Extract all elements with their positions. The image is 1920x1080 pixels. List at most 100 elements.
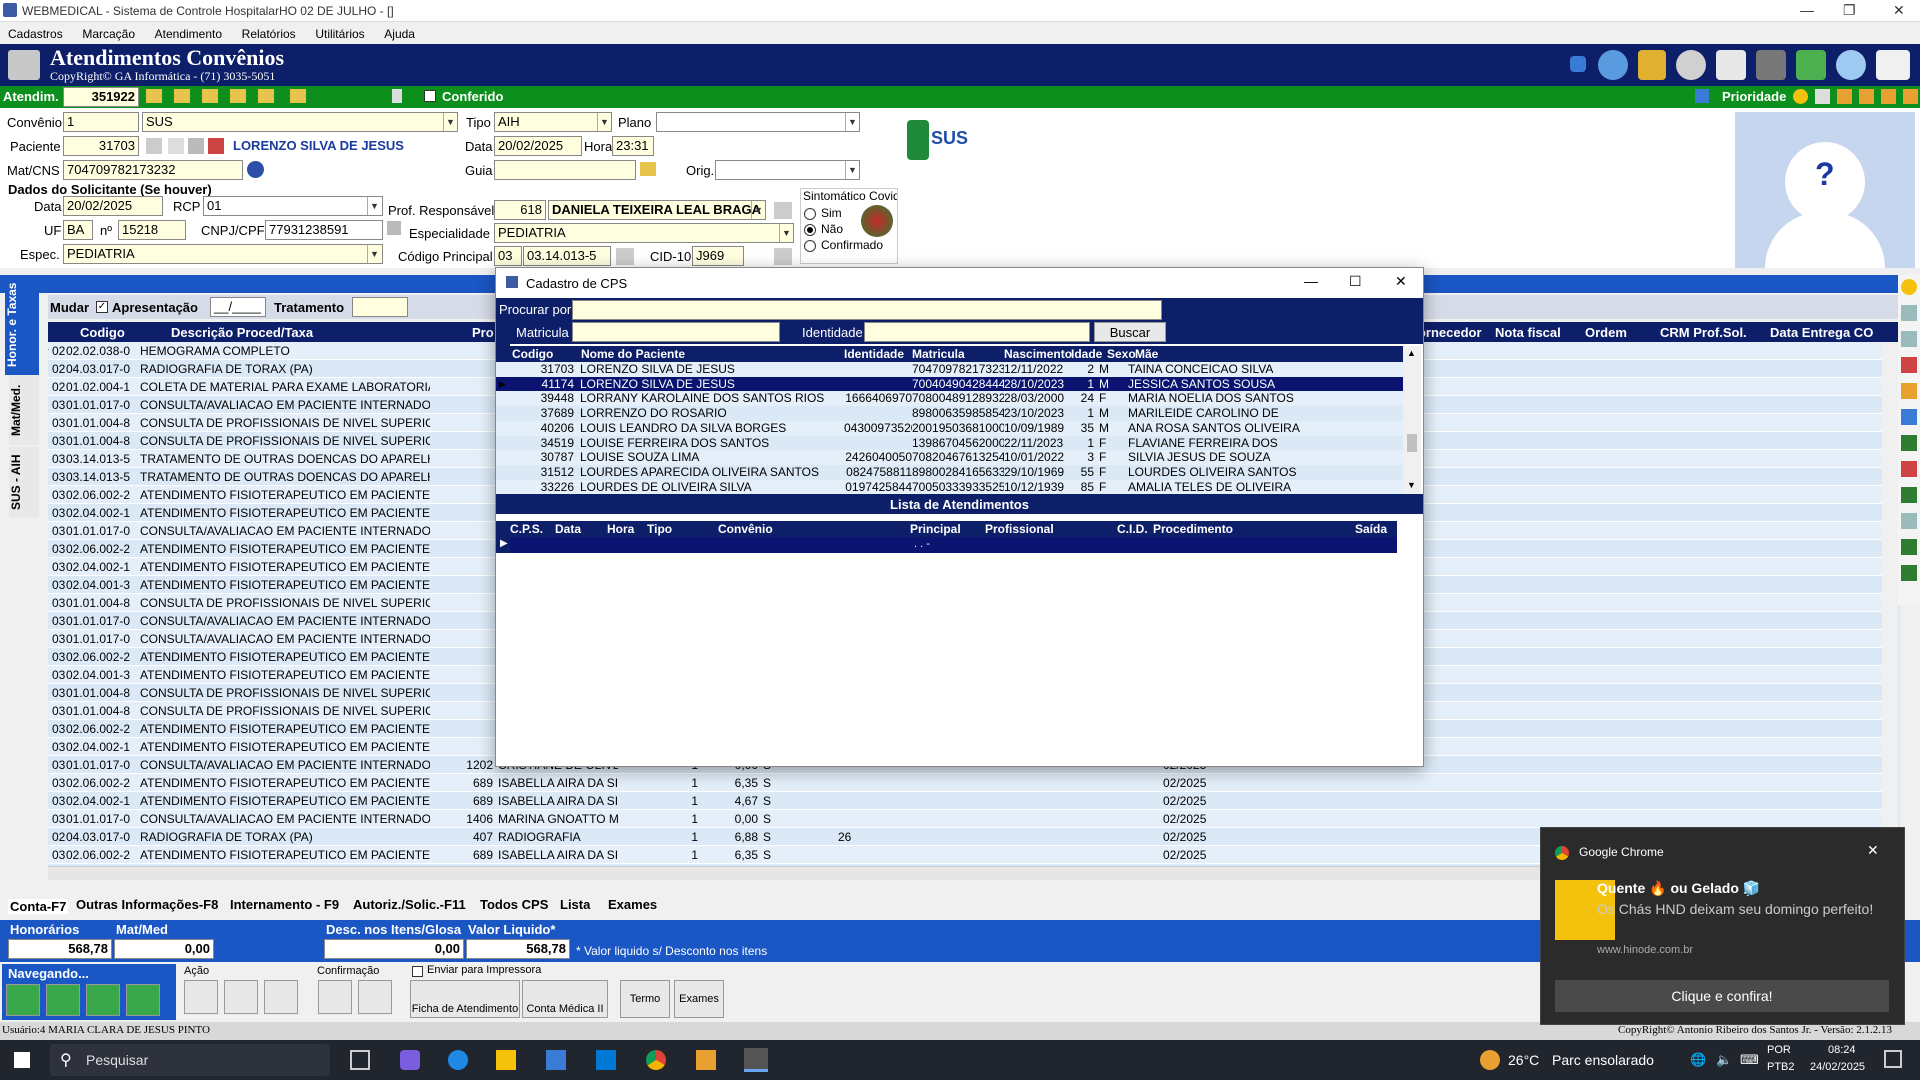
menu-cadastros[interactable]: Cadastros bbox=[8, 27, 63, 41]
app-taskbar-icon[interactable] bbox=[696, 1050, 716, 1070]
sint-conf-radio[interactable] bbox=[804, 240, 816, 252]
lista-col-convenio[interactable]: Convênio bbox=[718, 522, 773, 536]
tab-internamento[interactable]: Internamento - F9 bbox=[230, 897, 339, 912]
search-icon[interactable] bbox=[146, 138, 162, 154]
nav-prev-button[interactable] bbox=[46, 984, 80, 1016]
chrome-notification[interactable]: Google Chrome ✕ Quente 🔥 ou Gelado 🧊 Os … bbox=[1540, 827, 1905, 1025]
table-icon[interactable] bbox=[1901, 409, 1917, 425]
help-icon[interactable] bbox=[1793, 89, 1808, 104]
lista-col-cps[interactable]: C.P.S. bbox=[510, 522, 543, 536]
priority-arrow-icon[interactable] bbox=[1695, 89, 1709, 103]
tab-outras-info[interactable]: Outras Informações-F8 bbox=[76, 897, 218, 912]
new-record-icon[interactable] bbox=[230, 89, 246, 103]
sun-icon[interactable] bbox=[1901, 279, 1917, 295]
people3-icon[interactable] bbox=[1881, 89, 1896, 104]
windows-start-icon[interactable] bbox=[14, 1052, 30, 1068]
cps-col-identidade[interactable]: Identidade bbox=[844, 347, 904, 361]
tree-icon[interactable] bbox=[1901, 435, 1917, 451]
scroll-down-icon[interactable]: ▼ bbox=[1407, 480, 1416, 490]
col-codigo[interactable]: Codigo bbox=[80, 325, 125, 340]
action-add-button[interactable] bbox=[184, 980, 218, 1014]
table-row[interactable]: 03 02.04.002-1 ATENDIMENTO FISIOTERAPEUTIC… bbox=[48, 792, 1882, 810]
lista-col-profissional[interactable]: Profissional bbox=[985, 522, 1054, 536]
atendim-number[interactable]: 351922 bbox=[63, 87, 139, 107]
termo-button[interactable]: Termo bbox=[620, 980, 670, 1018]
cps-col-nascimento[interactable]: Nascimento bbox=[1004, 347, 1072, 361]
lista-col-hora[interactable]: Hora bbox=[607, 522, 634, 536]
lista-col-data[interactable]: Data bbox=[555, 522, 581, 536]
plano-select[interactable] bbox=[656, 112, 860, 132]
screen3-icon[interactable] bbox=[1901, 565, 1917, 581]
menu-atendimento[interactable]: Atendimento bbox=[155, 27, 222, 41]
menu-utilitarios[interactable]: Utilitários bbox=[315, 27, 364, 41]
sint-nao-radio[interactable] bbox=[804, 224, 816, 236]
paciente-code-field[interactable]: 31703 bbox=[63, 136, 139, 156]
restore-icon[interactable]: ❐ bbox=[1843, 2, 1856, 19]
dialog-minimize-icon[interactable]: — bbox=[1304, 273, 1318, 289]
espec-select[interactable]: PEDIATRIA bbox=[63, 244, 383, 264]
cancel-button[interactable] bbox=[358, 980, 392, 1014]
conferido-checkbox[interactable] bbox=[424, 90, 436, 102]
sms-icon[interactable] bbox=[1796, 50, 1826, 80]
weather-desc[interactable]: Parc ensolarado bbox=[1552, 1052, 1654, 1068]
cid-field[interactable]: J969 bbox=[692, 246, 744, 266]
tab-honor-taxas[interactable]: Honor. e Taxas bbox=[5, 275, 39, 375]
cnpj-field[interactable]: 77931238591 bbox=[265, 220, 383, 240]
hora-field[interactable]: 23:31 bbox=[612, 136, 654, 156]
cps-col-sexo[interactable]: Sexo bbox=[1107, 347, 1136, 361]
store-icon[interactable] bbox=[546, 1050, 566, 1070]
col-pro[interactable]: Pro bbox=[472, 325, 494, 340]
dialog-maximize-icon[interactable]: ☐ bbox=[1349, 273, 1362, 290]
sol-data-field[interactable]: 20/02/2025 bbox=[63, 196, 163, 216]
cps-grid[interactable]: 31703 LORENZO SILVA DE JESUS 7047097821732… bbox=[496, 362, 1403, 494]
lang-layout[interactable]: PTB2 bbox=[1767, 1061, 1795, 1073]
tab-exames[interactable]: Exames bbox=[608, 897, 657, 912]
table-row[interactable]: 03 01.01.017-0 CONSULTA/AVALIACAO EM PACIE… bbox=[48, 810, 1882, 828]
lista-row-empty[interactable]: ▶ . . - bbox=[500, 537, 1397, 553]
lista-col-cid[interactable]: C.I.D. bbox=[1117, 522, 1148, 536]
action-delete-button[interactable] bbox=[264, 980, 298, 1014]
chevron-down-icon[interactable]: ▼ bbox=[443, 113, 457, 131]
arrow-icon[interactable] bbox=[1570, 56, 1586, 72]
stats-icon[interactable] bbox=[1716, 50, 1746, 80]
tab-autoriz[interactable]: Autoriz./Solic.-F11 bbox=[353, 897, 466, 912]
lang-code[interactable]: POR bbox=[1767, 1044, 1791, 1056]
glasses-icon[interactable] bbox=[1756, 50, 1786, 80]
buscar-button[interactable]: Buscar bbox=[1094, 322, 1166, 342]
settings-icon[interactable] bbox=[1676, 50, 1706, 80]
codprinc-search-icon[interactable] bbox=[616, 248, 634, 265]
minimize-icon[interactable]: — bbox=[1800, 2, 1814, 18]
scroll-up-icon[interactable]: ▲ bbox=[1407, 348, 1416, 358]
phone-icon[interactable] bbox=[392, 89, 402, 103]
chevron-down-icon[interactable]: ▼ bbox=[779, 224, 793, 242]
doc-icon[interactable] bbox=[1901, 305, 1917, 321]
keyboard-icon[interactable]: ⌨ bbox=[1740, 1052, 1759, 1068]
col-data-entrega[interactable]: Data Entrega CO bbox=[1770, 325, 1873, 340]
col-nota-fiscal[interactable]: Nota fiscal bbox=[1495, 325, 1561, 340]
cps-col-nome[interactable]: Nome do Paciente bbox=[581, 347, 685, 361]
cps-col-codigo[interactable]: Codigo bbox=[512, 347, 553, 361]
lista-col-principal[interactable]: Principal bbox=[910, 522, 961, 536]
save-button[interactable] bbox=[318, 980, 352, 1014]
nav-first-button[interactable] bbox=[6, 984, 40, 1016]
file-explorer-icon[interactable] bbox=[496, 1050, 516, 1070]
scroll-thumb[interactable] bbox=[1407, 434, 1417, 452]
nav-last-button[interactable] bbox=[126, 984, 160, 1016]
tab-lista[interactable]: Lista bbox=[560, 897, 590, 912]
table-row[interactable]: 03 02.06.002-2 ATENDIMENTO FISIOTERAPEUTIC… bbox=[48, 774, 1882, 792]
screen2-icon[interactable] bbox=[1901, 539, 1917, 555]
copy-icon[interactable] bbox=[168, 138, 184, 154]
users-icon[interactable] bbox=[1598, 50, 1628, 80]
sint-sim-radio[interactable] bbox=[804, 208, 816, 220]
prof-code-field[interactable]: 618 bbox=[494, 200, 546, 220]
print2-icon[interactable] bbox=[1901, 461, 1917, 477]
matcns-field[interactable]: 704709782173232 bbox=[63, 160, 243, 180]
tipo-select[interactable]: AIH bbox=[494, 112, 612, 132]
prof-search-icon[interactable] bbox=[774, 202, 792, 219]
data-field[interactable]: 20/02/2025 bbox=[494, 136, 582, 156]
codprinc-a-field[interactable]: 03 bbox=[494, 246, 522, 266]
last-record-icon[interactable] bbox=[290, 89, 306, 103]
taskbar-search[interactable]: ⚲ Pesquisar bbox=[50, 1044, 330, 1076]
notif-action-button[interactable]: Clique e confira! bbox=[1555, 980, 1889, 1012]
question2-icon[interactable] bbox=[1901, 357, 1917, 373]
